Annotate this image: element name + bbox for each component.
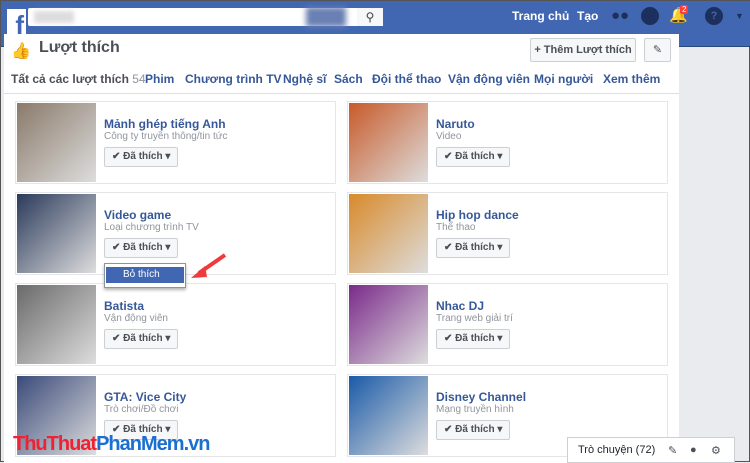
notification-badge: 2 <box>680 5 689 14</box>
liked-page-card: Naruto Video ✔ Đã thích ▾ <box>347 101 668 184</box>
liked-page-card: Hip hop dance Thể thao ✔ Đã thích ▾ <box>347 192 668 275</box>
page-name[interactable]: Disney Channel <box>436 390 526 404</box>
liked-page-card: Nhac DJ Trang web giải trí ✔ Đã thích ▾ <box>347 283 668 366</box>
page-category: Trang web giải trí <box>436 313 513 324</box>
compose-icon[interactable]: ✎ <box>668 444 677 457</box>
page-thumbnail[interactable] <box>349 103 428 182</box>
tab-artists[interactable]: Nghệ sĩ <box>283 72 326 86</box>
page-name[interactable]: Naruto <box>436 117 475 131</box>
page-thumbnail[interactable] <box>349 285 428 364</box>
settings-gear-icon[interactable]: ⚙ <box>711 444 721 457</box>
page-thumbnail[interactable] <box>17 103 96 182</box>
nav-home[interactable]: Trang chủ <box>512 9 569 23</box>
page-thumbnail[interactable] <box>17 194 96 273</box>
page-name[interactable]: Hip hop dance <box>436 208 519 222</box>
page-name[interactable]: Nhac DJ <box>436 299 484 313</box>
tab-divider <box>4 93 679 94</box>
page-name[interactable]: GTA: Vice City <box>104 390 186 404</box>
page-thumbnail[interactable] <box>17 285 96 364</box>
dropdown-icon[interactable]: ▼ <box>735 11 744 21</box>
page-category: Video <box>436 131 462 142</box>
messenger-icon[interactable] <box>641 7 659 25</box>
tab-tv[interactable]: Chương trình TV <box>185 72 282 86</box>
group-icon[interactable]: ● <box>690 444 697 456</box>
tab-movies[interactable]: Phim <box>145 72 174 86</box>
nav-create[interactable]: Tạo <box>577 9 598 23</box>
watermark: ThuThuatPhanMem.vn <box>13 433 210 455</box>
page-name[interactable]: Mảnh ghép tiếng Anh <box>104 117 226 131</box>
page-thumbnail[interactable] <box>349 376 428 455</box>
liked-button[interactable]: ✔ Đã thích ▾ <box>436 420 511 440</box>
liked-button[interactable]: ✔ Đã thích ▾ <box>104 238 179 258</box>
edit-pencil-icon[interactable]: ✎ <box>644 38 671 62</box>
liked-page-card: Batista Vận động viên ✔ Đã thích ▾ <box>15 283 336 366</box>
liked-button[interactable]: ✔ Đã thích ▾ <box>104 147 179 167</box>
tab-books[interactable]: Sách <box>334 72 363 86</box>
like-dropdown-menu: Bỏ thích <box>104 263 186 288</box>
tab-people[interactable]: Mọi người <box>534 72 593 86</box>
page-name[interactable]: Video game <box>104 208 171 222</box>
liked-page-card: Mảnh ghép tiếng Anh Công ty truyền thông… <box>15 101 336 184</box>
chat-label: Trò chuyện (72) <box>578 444 656 456</box>
like-icon: 👍 <box>11 43 31 60</box>
page-name[interactable]: Batista <box>104 299 144 313</box>
profile-avatar[interactable] <box>306 7 346 27</box>
page-category: Thể thao <box>436 222 476 233</box>
tab-sports-teams[interactable]: Đội thể thao <box>372 72 441 86</box>
liked-button[interactable]: ✔ Đã thích ▾ <box>436 147 511 167</box>
red-arrow-annotation <box>191 253 227 278</box>
add-like-button[interactable]: + Thêm Lượt thích <box>530 38 636 62</box>
liked-button[interactable]: ✔ Đã thích ▾ <box>436 238 511 258</box>
tab-athletes[interactable]: Vận động viên <box>448 72 530 86</box>
liked-button[interactable]: ✔ Đã thích ▾ <box>104 329 179 349</box>
help-icon[interactable]: ? <box>705 7 723 25</box>
liked-button[interactable]: ✔ Đã thích ▾ <box>436 329 511 349</box>
chat-bar[interactable]: Trò chuyện (72) ✎ ● ⚙ <box>567 437 735 463</box>
page-title: Lượt thích <box>39 39 120 56</box>
unlike-menu-item[interactable]: Bỏ thích <box>106 267 184 283</box>
page-category: Công ty truyền thông/tin tức <box>104 131 228 142</box>
search-icon[interactable]: ⚲ <box>357 8 383 26</box>
tab-see-more[interactable]: Xem thêm <box>603 72 660 86</box>
friends-icon[interactable]: ●● <box>611 7 629 25</box>
page-category: Trò chơi/Đồ chơi <box>104 404 179 415</box>
tab-all[interactable]: Tất cả các lượt thích 54 <box>11 72 146 86</box>
page-category: Loại chương trình TV <box>104 222 199 233</box>
page-thumbnail[interactable] <box>349 194 428 273</box>
facebook-logo-icon[interactable]: f <box>7 9 26 36</box>
page-category: Vận động viên <box>104 313 168 324</box>
page-category: Mạng truyền hình <box>436 404 514 415</box>
